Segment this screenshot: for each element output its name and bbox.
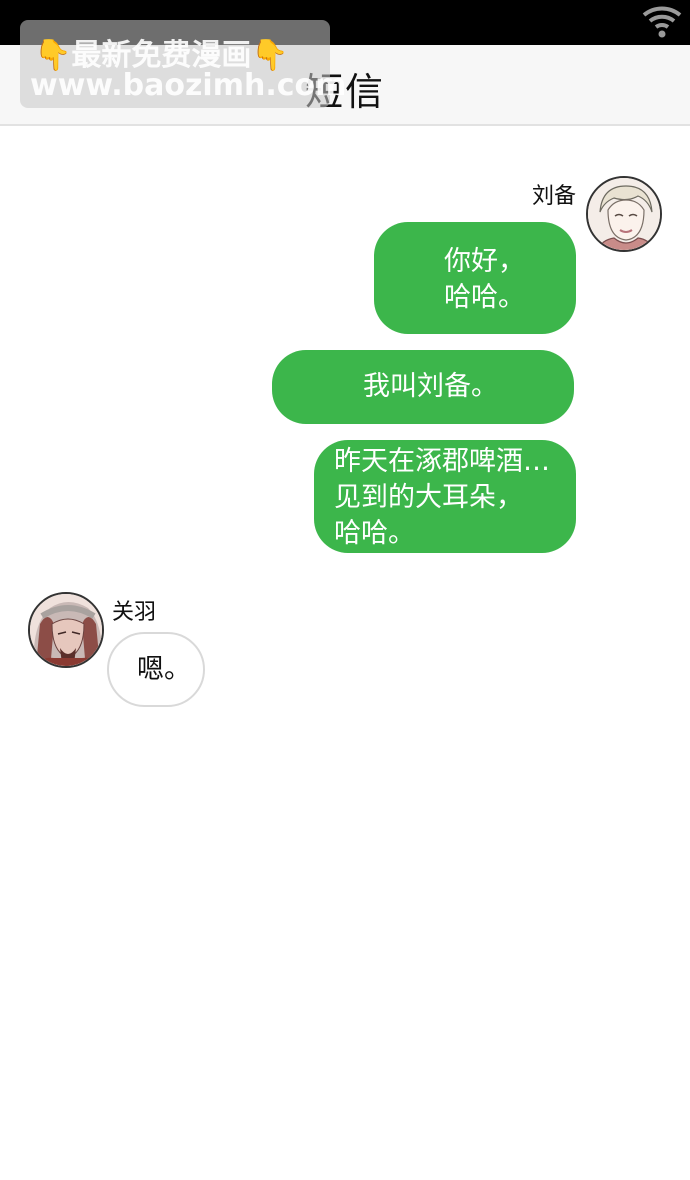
message-text: 我叫刘备。 xyxy=(363,371,498,402)
avatar-liubei-image xyxy=(588,178,660,250)
watermark-url: www.baozimh.com xyxy=(30,68,347,103)
avatar-guanyu-image xyxy=(30,594,102,666)
message-bubble-outgoing[interactable]: 昨天在涿郡啤酒… 见到的大耳朵， 哈哈。 xyxy=(314,440,576,553)
message-text: 嗯。 xyxy=(137,654,191,685)
avatar-liubei[interactable] xyxy=(586,176,662,252)
sender-name-liubei: 刘备 xyxy=(532,184,577,209)
message-text: 哈哈。 xyxy=(334,518,415,549)
message-bubble-outgoing[interactable]: 我叫刘备。 xyxy=(272,350,574,424)
wifi-icon xyxy=(642,6,682,38)
message-text: 哈哈。 xyxy=(444,282,525,313)
sender-name-guanyu: 关羽 xyxy=(112,600,157,625)
avatar-guanyu[interactable] xyxy=(28,592,104,668)
message-bubble-outgoing[interactable]: 你好， 哈哈。 xyxy=(374,222,576,334)
message-bubble-incoming[interactable]: 嗯。 xyxy=(107,632,205,707)
message-text: 见到的大耳朵， xyxy=(334,482,523,513)
message-text: 你好， xyxy=(444,246,525,277)
message-text: 昨天在涿郡啤酒… xyxy=(334,446,550,477)
watermark: 👇最新免费漫画👇 www.baozimh.com xyxy=(20,20,346,108)
